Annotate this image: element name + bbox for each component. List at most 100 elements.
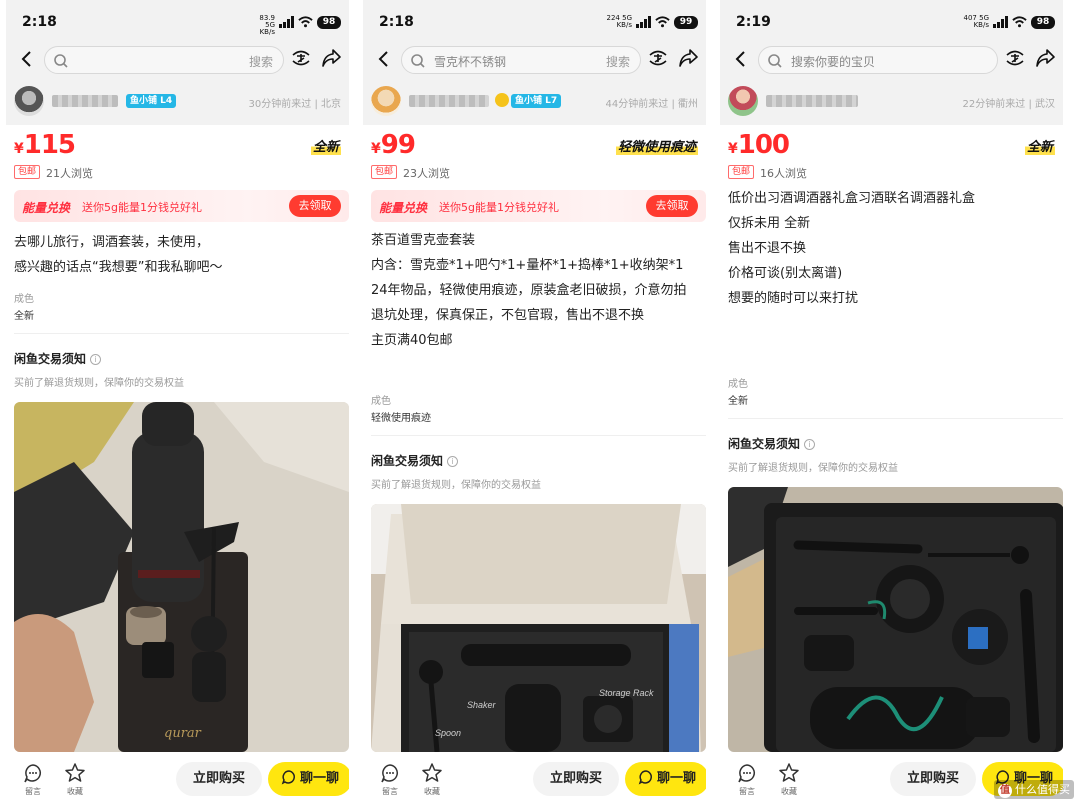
divider xyxy=(728,418,1063,419)
comment-icon[interactable] xyxy=(379,762,401,784)
price: ¥100 xyxy=(728,130,790,160)
product-photo-image: Shaker Spoon Storage Rack xyxy=(371,504,706,752)
chat-button[interactable]: 聊一聊 xyxy=(268,762,349,796)
star-icon[interactable] xyxy=(421,762,443,784)
seller-level-badge: 鱼小铺 L4 xyxy=(126,94,177,108)
wifi-icon xyxy=(1012,16,1027,28)
buy-now-button[interactable]: 立即购买 xyxy=(533,762,619,796)
seller-avatar[interactable] xyxy=(14,86,44,116)
last-seen-location: 30分钟前来过 | 北京 xyxy=(248,99,341,110)
battery-icon: 98 xyxy=(1031,16,1055,29)
trade-notice-title[interactable]: 闲鱼交易须知 i xyxy=(371,452,459,469)
promo-title: 能量兑换 xyxy=(22,201,71,215)
seller-row[interactable]: 22分钟前来过 | 武汉 xyxy=(720,86,1063,118)
search-button[interactable]: 搜索 xyxy=(249,53,273,70)
view-count: 23人浏览 xyxy=(403,167,450,180)
promo-banner[interactable]: 能量兑换 送你5g能量1分钱兑好礼 去领取 xyxy=(371,190,706,222)
network-speed: 83.9 5G KB/s xyxy=(259,14,275,36)
listing-screen-2: 2:18 224 5G KB/s 99 雪克杯不锈钢 搜索 鱼小铺 L7 44分钟… xyxy=(363,0,706,812)
comment-icon[interactable] xyxy=(22,762,44,784)
share-icon[interactable] xyxy=(320,47,342,69)
status-bar: 2:18 83.9 5G KB/s 98 xyxy=(6,8,349,36)
search-button[interactable]: 搜索 xyxy=(606,53,630,70)
description: 去哪儿旅行，调酒套装，未使用， 感兴趣的话点“我想要”和我私聊吧～ xyxy=(14,230,349,280)
search-input[interactable]: 搜索你要的宝贝 xyxy=(758,46,998,74)
condition-tag: 全新 xyxy=(1024,136,1055,155)
seller-name-blurred xyxy=(409,95,489,107)
view-count: 16人浏览 xyxy=(760,167,807,180)
product-photo[interactable]: Shaker Spoon Storage Rack xyxy=(371,504,706,752)
wifi-icon xyxy=(655,16,670,28)
translate-icon[interactable] xyxy=(290,47,312,69)
favorite-label: 收藏 xyxy=(67,787,83,796)
share-icon[interactable] xyxy=(677,47,699,69)
nav-row: 搜索你要的宝贝 xyxy=(720,44,1063,76)
price: ¥99 xyxy=(371,130,416,160)
signal-icon xyxy=(993,16,1009,28)
product-photo[interactable] xyxy=(728,487,1063,752)
star-icon[interactable] xyxy=(64,762,86,784)
description-line: 茶百道雪克壶套装 xyxy=(371,233,476,248)
divider xyxy=(371,435,706,436)
battery-icon: 98 xyxy=(317,16,341,29)
status-bar: 2:19 407 5G KB/s 98 xyxy=(720,8,1063,36)
nav-row: 搜索 xyxy=(6,44,349,76)
translate-icon[interactable] xyxy=(1004,47,1026,69)
condition-tag: 全新 xyxy=(310,136,341,155)
condition-label: 成色 xyxy=(14,294,34,305)
comment-label: 留言 xyxy=(25,787,41,796)
condition-label: 成色 xyxy=(371,396,391,407)
wifi-icon xyxy=(298,16,313,28)
back-arrow-icon[interactable] xyxy=(16,48,38,70)
seller-row[interactable]: 鱼小铺 L4 30分钟前来过 | 北京 xyxy=(6,86,349,118)
condition-label: 成色 xyxy=(728,379,748,390)
trade-notice-title[interactable]: 闲鱼交易须知 i xyxy=(14,350,102,367)
trade-notice-title[interactable]: 闲鱼交易须知 i xyxy=(728,435,816,452)
search-icon xyxy=(768,54,782,68)
back-arrow-icon[interactable] xyxy=(730,48,752,70)
description-line: 退坑处理，保真保正，不包官瑕，售出不退不换 xyxy=(371,308,645,323)
info-icon[interactable]: i xyxy=(90,354,102,365)
promo-title: 能量兑换 xyxy=(379,201,428,215)
product-photo[interactable]: qurar xyxy=(14,402,349,752)
star-icon[interactable] xyxy=(778,762,800,784)
info-icon[interactable]: i xyxy=(804,439,816,450)
back-arrow-icon[interactable] xyxy=(373,48,395,70)
search-input[interactable]: 搜索 xyxy=(44,46,284,74)
promo-claim-button[interactable]: 去领取 xyxy=(646,195,698,217)
trade-notice-subtitle: 买前了解退货规则，保障你的交易权益 xyxy=(371,480,541,491)
free-shipping-tag: 包邮 xyxy=(14,165,41,179)
network-speed: 407 5G KB/s xyxy=(963,14,990,29)
battery-icon: 99 xyxy=(674,16,698,29)
promo-claim-button[interactable]: 去领取 xyxy=(289,195,341,217)
info-icon[interactable]: i xyxy=(447,456,459,467)
seller-name-blurred xyxy=(766,95,858,107)
seller-row[interactable]: 鱼小铺 L7 44分钟前来过 | 衢州 xyxy=(363,86,706,118)
search-placeholder: 搜索你要的宝贝 xyxy=(791,55,876,69)
translate-icon[interactable] xyxy=(647,47,669,69)
promo-text: 送你5g能量1分钱兑好礼 xyxy=(82,201,202,214)
header-area: 2:18 224 5G KB/s 99 雪克杯不锈钢 搜索 鱼小铺 L7 44分钟… xyxy=(363,0,706,125)
listing-screen-1: 2:18 83.9 5G KB/s 98 搜索 鱼小铺 L4 30分钟前来过 | … xyxy=(6,0,349,812)
photo-label-spoon: Spoon xyxy=(435,728,461,738)
chat-button[interactable]: 聊一聊 xyxy=(625,762,706,796)
favorite-label: 收藏 xyxy=(781,787,797,796)
search-input[interactable]: 雪克杯不锈钢 搜索 xyxy=(401,46,641,74)
condition-tag: 轻微使用痕迹 xyxy=(615,136,698,155)
comment-icon[interactable] xyxy=(736,762,758,784)
description-line: 售出不退不换 xyxy=(728,241,807,256)
seller-avatar[interactable] xyxy=(371,86,401,116)
signal-icon xyxy=(636,16,652,28)
nav-row: 雪克杯不锈钢 搜索 xyxy=(363,44,706,76)
free-shipping-tag: 包邮 xyxy=(728,165,755,179)
buy-now-button[interactable]: 立即购买 xyxy=(176,762,262,796)
share-icon[interactable] xyxy=(1034,47,1056,69)
seller-avatar[interactable] xyxy=(728,86,758,116)
promo-banner[interactable]: 能量兑换 送你5g能量1分钱兑好礼 去领取 xyxy=(14,190,349,222)
chat-bubble-icon xyxy=(281,770,295,785)
buy-now-button[interactable]: 立即购买 xyxy=(890,762,976,796)
product-photo-image: qurar xyxy=(14,402,349,752)
medal-icon xyxy=(495,93,509,107)
site-watermark: 值什么值得买 xyxy=(994,780,1074,799)
chat-bubble-icon xyxy=(638,770,652,785)
